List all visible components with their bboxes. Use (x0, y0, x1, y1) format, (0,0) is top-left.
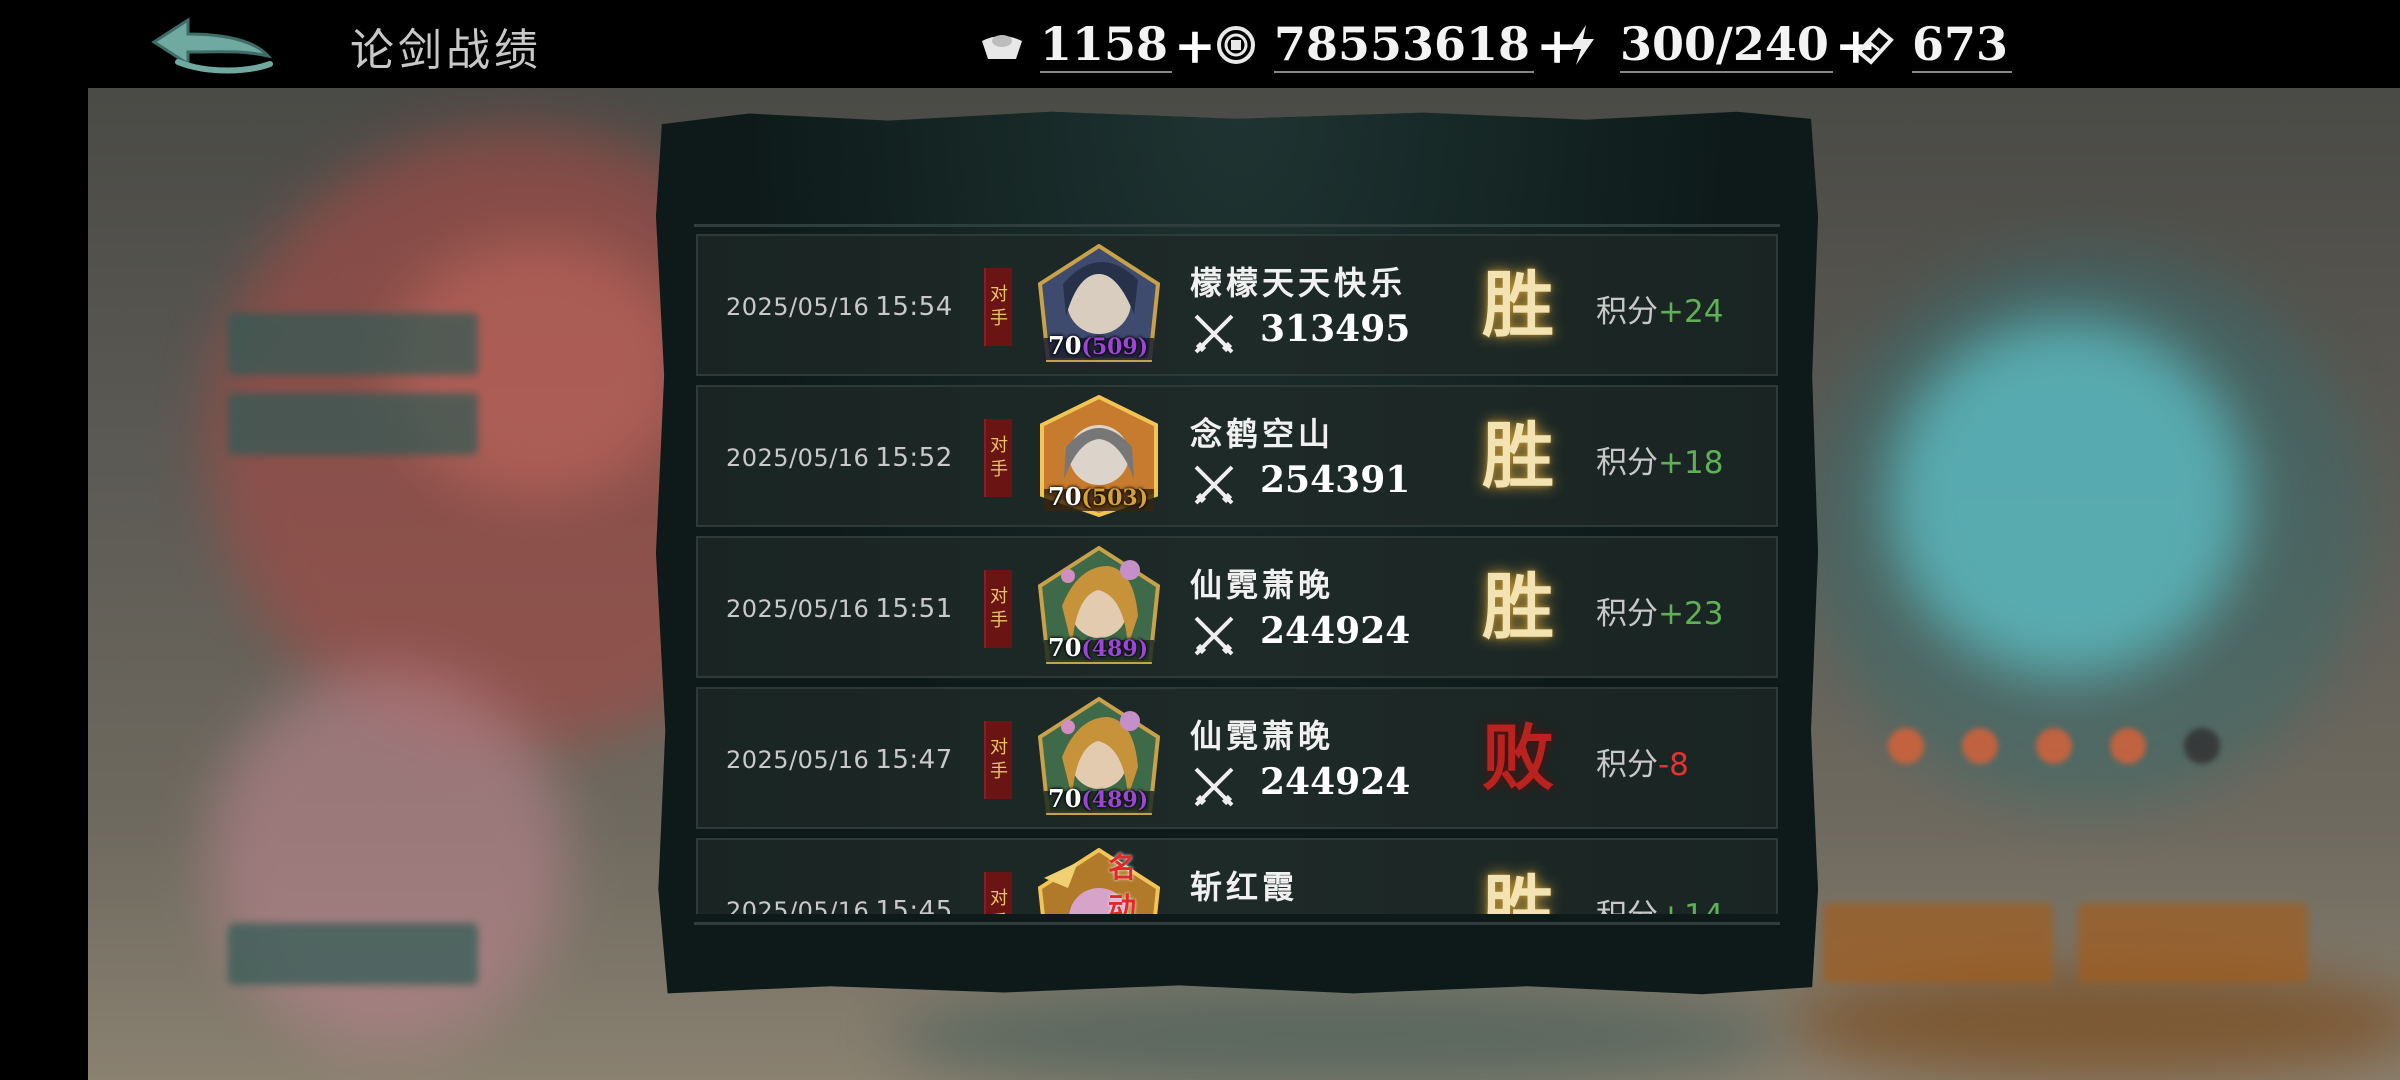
opponent-tag: 对手 (984, 268, 1012, 346)
record-time: 2025/05/16 15:52 (726, 443, 953, 473)
opponent-name: 仙霓萧晚 (1190, 717, 1335, 755)
battle-record-row[interactable]: 2025/05/16 15:52 对手 70(503) 念鹤空山 254391 胜… (696, 385, 1778, 527)
opponent-avatar[interactable]: 70(489) (1038, 546, 1160, 668)
result-badge: 败 (1482, 715, 1555, 800)
battle-record-row[interactable]: 2025/05/16 15:54 对手 70(509) 檬檬天天快乐 313495… (696, 234, 1778, 376)
opponent-power: 244924 (1260, 610, 1411, 652)
opponent-name: 檬檬天天快乐 (1190, 264, 1407, 302)
ingot-icon (978, 21, 1026, 69)
record-time: 2025/05/16 15:47 (726, 745, 953, 775)
battle-record-list[interactable]: 2025/05/16 15:54 对手 70(509) 檬檬天天快乐 313495… (696, 234, 1778, 914)
ingot-value: 1158 (1040, 17, 1173, 73)
score-change: 积分+24 (1596, 294, 1724, 330)
lightning-icon (1558, 21, 1606, 69)
score-change: 积分+18 (1596, 445, 1724, 481)
resource-ingot[interactable]: 1158 + (978, 16, 1216, 75)
ticket-icon (1850, 21, 1898, 69)
page-title: 论剑战绩 (350, 25, 542, 76)
record-time: 2025/05/16 15:45 (726, 896, 953, 914)
opponent-name: 斩红霞 (1190, 868, 1299, 906)
resource-coin[interactable]: 78553618 + (1212, 16, 1578, 75)
record-time: 2025/05/16 15:54 (726, 292, 953, 322)
opponent-tag: 对手 (984, 419, 1012, 497)
back-arrow-icon (151, 17, 273, 74)
opponent-level: 70(489) (1048, 633, 1149, 662)
opponent-name: 念鹤空山 (1190, 415, 1335, 453)
opponent-level: 70(489) (1048, 784, 1149, 813)
resource-stamina[interactable]: 300/240 + (1558, 16, 1877, 75)
opponent-power: 244924 (1260, 761, 1411, 803)
opponent-avatar[interactable]: 70(489) (1038, 697, 1160, 819)
opponent-name: 仙霓萧晚 (1190, 566, 1335, 604)
opponent-avatar[interactable]: 名动 (1038, 848, 1160, 914)
record-time: 2025/05/16 15:51 (726, 594, 953, 624)
battle-record-row[interactable]: 2025/05/16 15:47 对手 70(489) 仙霓萧晚 244924 败… (696, 687, 1778, 829)
score-change: 积分+23 (1596, 596, 1724, 632)
divider (694, 922, 1780, 925)
coin-icon (1212, 21, 1260, 69)
opponent-tag: 对手 (984, 721, 1012, 799)
battle-record-row[interactable]: 2025/05/16 15:51 对手 70(489) 仙霓萧晚 244924 胜… (696, 536, 1778, 678)
opponent-tag: 对手 (984, 570, 1012, 648)
opponent-avatar[interactable]: 70(509) (1038, 244, 1160, 366)
opponent-level: 70(509) (1048, 331, 1149, 360)
stamina-value: 300/240 (1620, 17, 1833, 73)
ticket-value: 673 (1912, 17, 2013, 73)
opponent-power: 313495 (1260, 308, 1411, 350)
opponent-level: 70(503) (1048, 482, 1149, 511)
score-change: 积分-8 (1596, 747, 1689, 783)
opponent-avatar[interactable]: 70(503) (1038, 395, 1160, 517)
crossed-swords-icon (1194, 616, 1234, 656)
result-badge: 胜 (1482, 564, 1555, 649)
opponent-power: 254391 (1260, 459, 1411, 501)
result-badge: 胜 (1482, 262, 1555, 347)
top-bar: 论剑战绩 1158 + 78553618 + 300/240 + 673 (0, 0, 2400, 88)
score-change: 积分+14 (1596, 890, 1723, 914)
back-button[interactable] (148, 12, 276, 78)
crossed-swords-icon (1194, 465, 1234, 505)
famous-badge: 名动 (1108, 851, 1137, 914)
divider (694, 224, 1780, 227)
crossed-swords-icon (1194, 314, 1234, 354)
coin-value: 78553618 (1274, 17, 1535, 73)
battle-record-dialog: 2025/05/16 15:54 对手 70(509) 檬檬天天快乐 313495… (656, 111, 1818, 995)
opponent-tag: 对手 (984, 872, 1012, 914)
ingot-add-button[interactable]: + (1174, 16, 1216, 75)
battle-record-row[interactable]: 2025/05/1615:45 对手 名动 斩红霞 胜 积分+14 (696, 838, 1778, 914)
resource-ticket[interactable]: 673 (1850, 16, 2013, 74)
result-badge: 胜 (1482, 413, 1555, 498)
result-badge: 胜 (1482, 866, 1555, 914)
crossed-swords-icon (1194, 767, 1234, 807)
